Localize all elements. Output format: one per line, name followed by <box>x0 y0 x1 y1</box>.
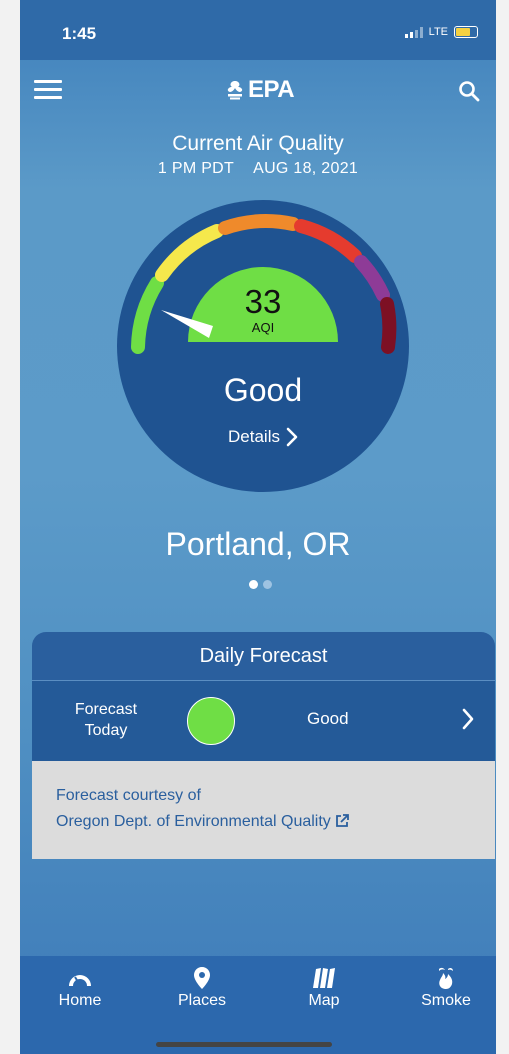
signal-icon <box>404 26 423 38</box>
forecast-credit: Forecast courtesy of Oregon Dept. of Env… <box>32 761 495 859</box>
epa-logo: EPA <box>224 76 295 104</box>
forecast-courtesy-text: Forecast courtesy of <box>56 787 201 804</box>
network-label: LTE <box>428 26 448 38</box>
aqi-band-unhealthy <box>294 219 362 263</box>
menu-icon[interactable] <box>34 80 62 100</box>
status-bar: 1:45 LTE <box>20 0 496 60</box>
location-pin-icon <box>194 967 210 989</box>
current-date: AUG 18, 2021 <box>253 160 359 177</box>
search-icon[interactable] <box>458 80 480 102</box>
tab-places[interactable]: Places <box>152 964 252 1010</box>
aqi-band-usg <box>218 214 300 235</box>
tab-smoke[interactable]: Smoke <box>396 964 496 1010</box>
chevron-right-icon <box>286 427 298 447</box>
tab-map-label: Map <box>308 992 340 1009</box>
aqi-label: AQI <box>251 320 275 335</box>
forecast-status-dot <box>187 697 235 745</box>
page-dot[interactable] <box>263 580 272 589</box>
forecast-status: Good <box>307 709 349 728</box>
details-link[interactable]: Details <box>117 427 409 447</box>
city-name: Portland, OR <box>165 526 351 562</box>
tab-map[interactable]: Map <box>274 964 374 1010</box>
daily-forecast-card: Daily Forecast Forecast Today Good Forec… <box>32 632 495 859</box>
battery-icon <box>454 26 478 38</box>
tab-home[interactable]: Home <box>30 964 130 1010</box>
aqi-band-hazardous <box>380 297 397 354</box>
tab-home-label: Home <box>58 992 102 1009</box>
home-indicator-area <box>20 1028 496 1054</box>
aqi-category: Good <box>223 372 303 408</box>
map-icon <box>313 968 335 988</box>
forecast-today-row[interactable]: Forecast Today Good <box>32 680 495 761</box>
home-indicator[interactable] <box>156 1042 332 1047</box>
daily-forecast-title: Daily Forecast <box>32 632 495 680</box>
aqi-band-moderate <box>155 224 224 282</box>
status-time: 1:45 <box>62 24 97 43</box>
smoke-icon <box>439 967 453 989</box>
forecast-agency-name: Oregon Dept. of Environmental Quality <box>56 813 331 830</box>
chevron-right-icon <box>462 708 474 730</box>
aqi-gauge-arc <box>131 214 397 354</box>
nav-bar: EPA <box>20 60 496 120</box>
current-air-quality-title: Current Air Quality <box>172 132 344 155</box>
page-indicator[interactable] <box>249 580 272 589</box>
aqi-band-good <box>131 276 164 354</box>
current-time: 1 PM PDT <box>157 160 235 177</box>
status-icons: LTE <box>404 26 478 38</box>
tab-smoke-label: Smoke <box>421 992 471 1009</box>
epa-logo-text: EPA <box>248 76 295 103</box>
current-timestamp: 1 PM PDT AUG 18, 2021 <box>20 160 496 178</box>
phone-screen: 1:45 LTE EPA Current Air Quality 1 PM PD… <box>20 0 496 1054</box>
external-link-icon <box>335 814 349 827</box>
tab-bar: Home Places Map Smoke <box>20 956 496 1028</box>
gauge-icon <box>69 975 91 986</box>
page-dot-active[interactable] <box>249 580 258 589</box>
tab-places-label: Places <box>177 992 227 1009</box>
aqi-band-very-unhealthy <box>354 255 390 302</box>
details-label: Details <box>228 427 280 446</box>
aqi-value: 33 <box>244 283 282 320</box>
forecast-agency-link[interactable]: Oregon Dept. of Environmental Quality <box>56 813 350 831</box>
epa-flower-icon <box>227 81 243 100</box>
forecast-today-label: Forecast Today <box>74 701 138 739</box>
